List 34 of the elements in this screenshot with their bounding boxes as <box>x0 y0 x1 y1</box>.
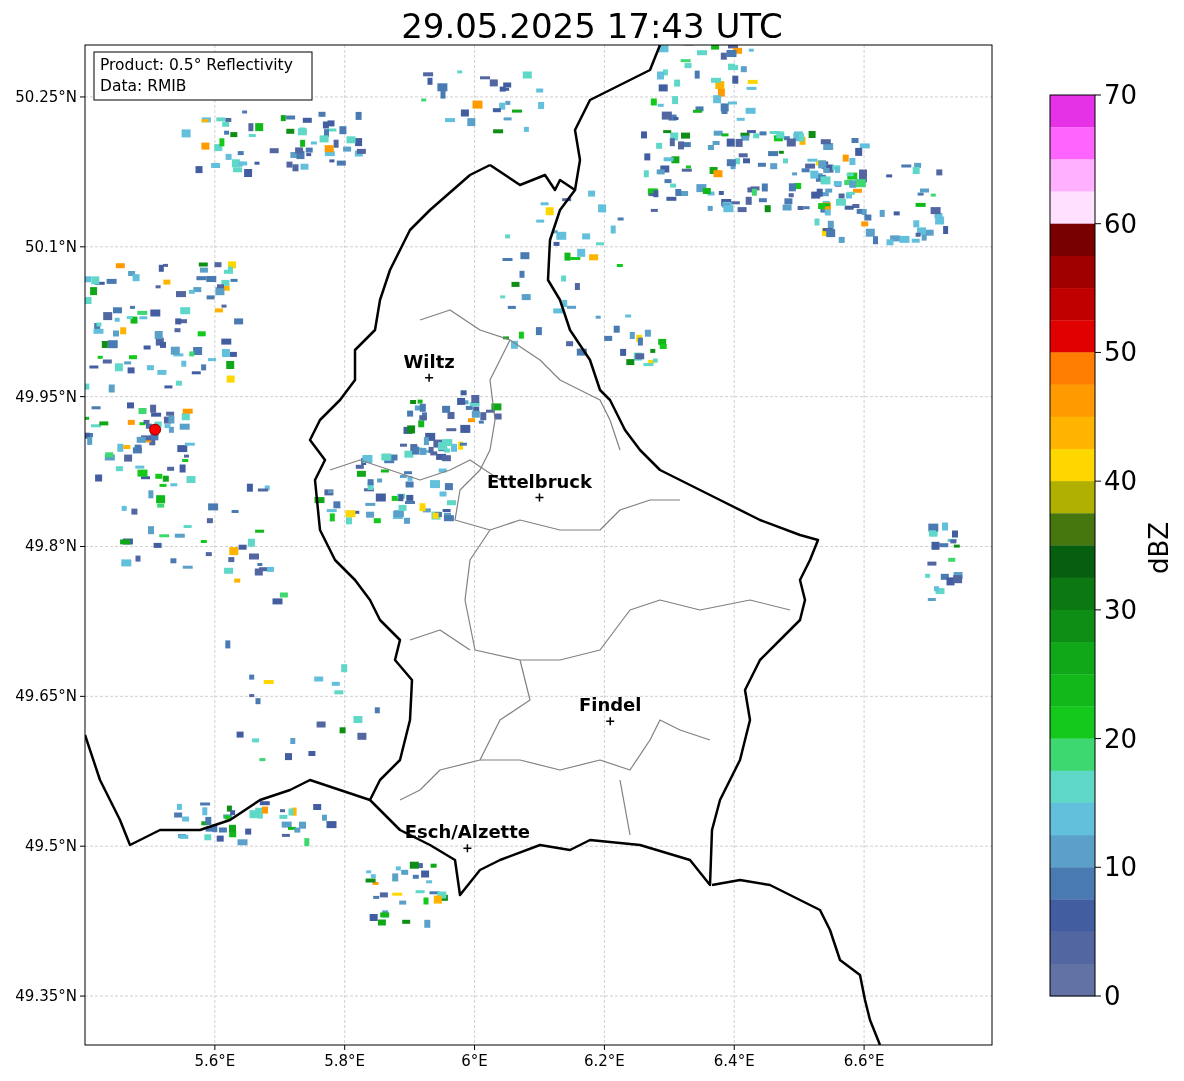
chart-title: 29.05.2025 17:43 UTC <box>401 6 783 46</box>
colorbar-tick-label: 0 <box>1104 981 1121 1011</box>
colorbar-tick-label: 30 <box>1104 594 1138 625</box>
city-label: Wiltz <box>403 350 455 372</box>
axis-tick-label: 50.25°N <box>15 87 77 106</box>
colorbar-tick-label: 20 <box>1104 723 1138 754</box>
city-marker <box>462 843 473 853</box>
city-marker <box>534 492 545 503</box>
axis-tick-label: 5.6°E <box>194 1052 236 1070</box>
colorbar-tick-label: 60 <box>1104 208 1138 239</box>
colorbar-tick-label: 40 <box>1104 466 1138 497</box>
axis-tick-label: 6°E <box>461 1052 488 1070</box>
axis-tick-label: 6.4°E <box>713 1052 755 1070</box>
info-text: Product: 0.5° Reflectivity <box>100 56 293 74</box>
axis-tick-label: 49.65°N <box>15 687 77 706</box>
city-label: Findel <box>578 694 642 716</box>
city-marker <box>424 372 434 383</box>
colorbar-label: dBZ <box>1144 521 1174 575</box>
radar-site-marker <box>149 423 162 436</box>
axis-tick-label: 49.95°N <box>15 387 77 406</box>
axis-tick-label: 6.6°E <box>843 1052 885 1070</box>
city-marker <box>605 716 615 727</box>
colorbar-tick-label: 70 <box>1104 80 1138 110</box>
axis-tick-label: 6.2°E <box>584 1052 625 1070</box>
axis-tick-label: 49.35°N <box>15 987 77 1006</box>
axis-tick-label: 50.1°N <box>24 237 77 256</box>
colorbar-tick-label: 50 <box>1104 337 1138 368</box>
city-label: Esch/Alzette <box>404 821 531 843</box>
info-text: Data: RMIB <box>100 77 187 95</box>
axis-tick-label: 49.8°N <box>24 537 77 556</box>
colorbar-tick-label: 10 <box>1104 852 1138 883</box>
city-label: Ettelbruck <box>486 470 593 492</box>
axis-tick-label: 49.5°N <box>24 837 77 856</box>
axis-tick-label: 5.8°E <box>324 1052 366 1070</box>
